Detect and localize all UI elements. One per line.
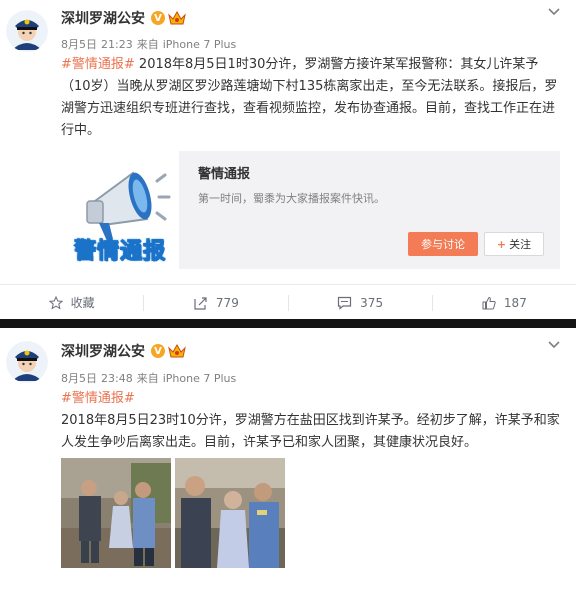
post-time[interactable]: 21:23 — [101, 38, 133, 51]
source-prefix: 来自 — [136, 38, 159, 51]
star-icon — [48, 295, 63, 309]
photo-police-with-girl — [61, 458, 171, 568]
police-avatar-icon — [6, 10, 48, 52]
post-body: 2018年8月5日1时30分许，罗湖警方接许某军报警称：其女儿许某予（10岁）当… — [61, 57, 558, 138]
author-name[interactable]: 深圳罗湖公安 — [61, 341, 145, 361]
post-meta: 8月5日 23:48 来自 iPhone 7 Plus — [61, 370, 240, 386]
comment-count: 375 — [360, 295, 384, 310]
card-image-label: 警情通报 — [73, 239, 166, 265]
post-body: 2018年8月5日23时10分许，罗湖警方在盐田区找到许某予。经初步了解，许某予… — [61, 413, 560, 450]
comment-icon — [338, 296, 352, 310]
verified-badge-icon: V — [151, 344, 165, 358]
avatar[interactable] — [6, 341, 48, 383]
favorite-button[interactable]: 收藏 — [0, 285, 143, 320]
post-date[interactable]: 8月5日 — [61, 38, 97, 51]
weibo-post-1: 深圳罗湖公安 V 8月5日 21:23 来自 iPhone 7 Plus #警情通报#… — [0, 0, 576, 319]
crown-icon — [168, 10, 186, 25]
topic-card[interactable]: 警情通报 警情通报 第一时间，蜀黍为大家播报案件快讯。 参与讨论 + 关注 — [61, 151, 560, 269]
plus-icon: + — [496, 237, 507, 251]
post-text: #警情通报# 2018年8月5日23时10分许，罗湖警方在盐田区找到许某予。经初… — [61, 388, 561, 454]
author-name[interactable]: 深圳罗湖公安 — [61, 8, 145, 28]
action-bar: 收藏 779 375 187 — [0, 284, 576, 320]
like-icon — [482, 296, 496, 309]
chevron-down-icon[interactable] — [548, 8, 560, 16]
weibo-post-2: 深圳罗湖公安 V 8月5日 23:48 来自 iPhone 7 Plus #警情通报#… — [0, 328, 576, 594]
avatar[interactable] — [6, 10, 48, 52]
favorite-label: 收藏 — [70, 296, 95, 310]
post-source[interactable]: iPhone 7 Plus — [163, 38, 237, 51]
follow-button[interactable]: + 关注 — [484, 232, 544, 256]
repost-button[interactable]: 779 — [144, 285, 287, 320]
photo-police-with-girl-closeup — [175, 458, 285, 568]
post-time[interactable]: 23:48 — [101, 372, 133, 385]
follow-label: 关注 — [509, 238, 532, 251]
author-row: 深圳罗湖公安 V — [61, 341, 186, 361]
comment-button[interactable]: 375 — [289, 285, 432, 320]
post-photo[interactable] — [61, 458, 171, 568]
author-row: 深圳罗湖公安 V — [61, 8, 186, 28]
discuss-button[interactable]: 参与讨论 — [408, 232, 478, 256]
crown-icon — [168, 343, 186, 358]
card-description: 第一时间，蜀黍为大家播报案件快讯。 — [198, 192, 385, 205]
topic-link[interactable]: #警情通报# — [61, 57, 135, 72]
source-prefix: 来自 — [136, 372, 159, 385]
like-button[interactable]: 187 — [433, 285, 576, 320]
repost-count: 779 — [215, 295, 239, 310]
post-meta: 8月5日 21:23 来自 iPhone 7 Plus — [61, 36, 240, 52]
chevron-down-icon[interactable] — [548, 341, 560, 349]
verified-badge-icon: V — [151, 11, 165, 25]
card-image: 警情通报 — [61, 151, 179, 269]
topic-link[interactable]: #警情通报# — [61, 388, 561, 410]
police-avatar-icon — [6, 341, 48, 383]
post-source[interactable]: iPhone 7 Plus — [163, 372, 237, 385]
post-photo[interactable] — [175, 458, 285, 568]
repost-icon — [194, 296, 207, 310]
post-text: #警情通报# 2018年8月5日1时30分许，罗湖警方接许某军报警称：其女儿许某… — [61, 54, 561, 142]
like-count: 187 — [503, 295, 527, 310]
card-title[interactable]: 警情通报 — [198, 163, 250, 182]
feed-divider — [0, 319, 576, 328]
post-date[interactable]: 8月5日 — [61, 372, 97, 385]
